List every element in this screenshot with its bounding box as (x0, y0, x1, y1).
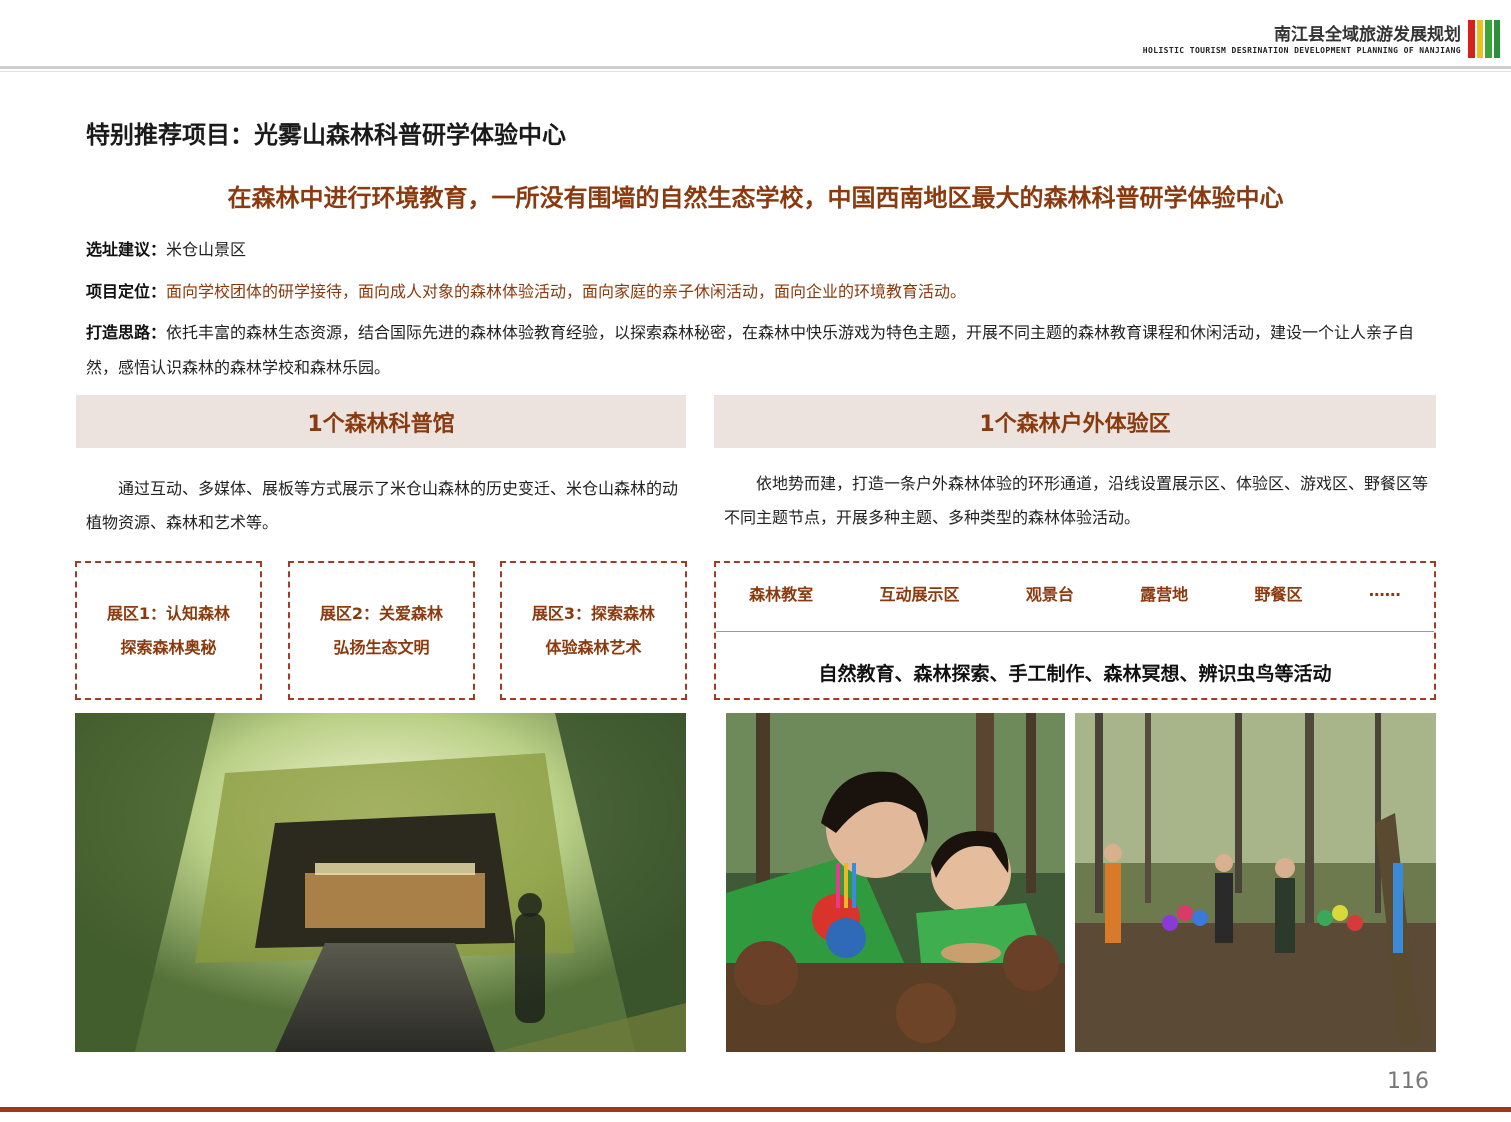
info-site-text: 米仓山景区 (166, 240, 247, 259)
right-section-header: 1个森林户外体验区 (714, 395, 1436, 448)
exhibit-zone-1: 展区1：认知森林 探索森林奥秘 (75, 561, 262, 700)
outdoor-box-divider (716, 631, 1434, 632)
exhibit-zone-2-title: 展区2：关爱森林 (319, 603, 444, 623)
header-divider (0, 66, 1511, 69)
exhibit-zone-3-subtitle: 体验森林艺术 (545, 637, 642, 657)
left-description: 通过互动、多媒体、展板等方式展示了米仓山森林的历史变迁、米仓山森林的动植物资源、… (86, 479, 679, 532)
page-number: 116 (1387, 1069, 1429, 1094)
forest-group-activity-photo (1075, 713, 1436, 1052)
info-site-label: 选址建议： (86, 240, 167, 259)
exhibit-zone-3: 展区3：探索森林 体验森林艺术 (500, 561, 687, 700)
exhibit-zone-1-title: 展区1：认知森林 (106, 603, 231, 623)
outdoor-experience-box: 森林教室 互动展示区 观景台 露营地 野餐区 …… 自然教育、森林探索、手工制作… (714, 561, 1436, 700)
outdoor-node-list: 森林教室 互动展示区 观景台 露营地 野餐区 …… (716, 581, 1434, 605)
node-interactive-display: 互动展示区 (879, 585, 960, 604)
node-forest-classroom: 森林教室 (749, 585, 814, 604)
header-divider-thin (0, 71, 1511, 72)
info-position: 项目定位：面向学校团体的研学接待，面向成人对象的森林体验活动，面向家庭的亲子休闲… (86, 274, 1436, 309)
left-section-header: 1个森林科普馆 (76, 395, 686, 448)
brand-color-bars (1468, 20, 1500, 58)
exhibit-zone-2-subtitle: 弘扬生态文明 (333, 637, 430, 657)
exhibit-zone-2: 展区2：关爱森林 弘扬生态文明 (288, 561, 475, 700)
document-title: 南江县全域旅游发展规划 (1274, 25, 1461, 45)
node-campsite: 露营地 (1140, 585, 1189, 604)
page-title: 特别推荐项目：光雾山森林科普研学体验中心 (86, 121, 566, 149)
info-idea-label: 打造思路： (86, 323, 167, 342)
outdoor-activities: 自然教育、森林探索、手工制作、森林冥想、辨识虫鸟等活动 (818, 663, 1332, 685)
document-subtitle: HOLISTIC TOURISM DESRINATION DEVELOPMENT… (1142, 46, 1461, 55)
info-site: 选址建议：米仓山景区 (86, 232, 1436, 267)
slogan: 在森林中进行环境教育，一所没有围墙的自然生态学校，中国西南地区最大的森林科普研学… (227, 184, 1284, 212)
info-idea: 打造思路：依托丰富的森林生态资源，结合国际先进的森林体验教育经验，以探索森林秘密… (86, 315, 1436, 385)
node-more: …… (1368, 581, 1401, 600)
exhibit-zone-3-title: 展区3：探索森林 (531, 603, 656, 623)
forest-museum-rendering (75, 713, 686, 1052)
exhibit-zone-1-subtitle: 探索森林奥秘 (120, 637, 217, 657)
children-crafting-photo (726, 713, 1065, 1052)
right-description: 依地势而建，打造一条户外森林体验的环形通道，沿线设置展示区、体验区、游戏区、野餐… (724, 474, 1429, 527)
info-idea-text: 依托丰富的森林生态资源，结合国际先进的森林体验教育经验，以探索森林秘密，在森林中… (86, 323, 1415, 377)
info-position-label: 项目定位： (86, 282, 167, 301)
node-viewing-platform: 观景台 (1025, 585, 1074, 604)
footer-bar (0, 1107, 1511, 1112)
info-position-text: 面向学校团体的研学接待，面向成人对象的森林体验活动，面向家庭的亲子休闲活动，面向… (166, 282, 967, 301)
node-picnic-area: 野餐区 (1254, 585, 1303, 604)
